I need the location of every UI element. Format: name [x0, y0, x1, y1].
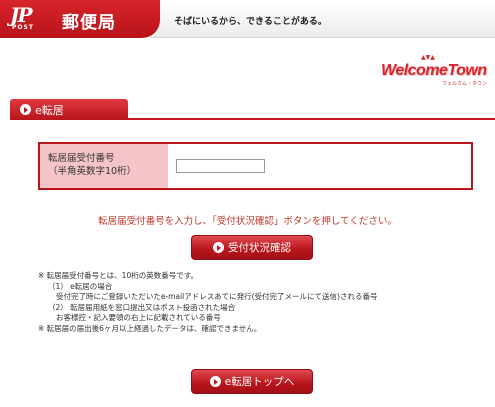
- welcome-town-deco-icon: ▲▼▲: [421, 54, 435, 61]
- welcome-town-logo[interactable]: ▲▼▲ WelcomeTown ウェルカム・タウン: [381, 54, 491, 88]
- header-slogan: そばにいるから、できることがある。: [174, 17, 327, 27]
- tracking-number-input[interactable]: [176, 159, 265, 173]
- note-line: お客様控・記入要領の右上に記載されている番号: [56, 313, 221, 323]
- note-line: ※ 転居届の届出後6ヶ月以上経過したデータは、確認できません。: [38, 323, 262, 333]
- notes-section: ※ 転居届受付番号とは、10桁の英数番号です。 （1） e転居の場合 受付完了時…: [38, 271, 377, 335]
- tracking-number-label-line1: 転居届受付番号: [48, 153, 115, 164]
- jp-logo-post-text: POST: [12, 24, 34, 31]
- play-circle-icon: [209, 376, 221, 387]
- e-tenkyo-top-button[interactable]: e転居トップへ: [191, 369, 313, 394]
- note-line: （1） e転居の場合: [48, 281, 113, 291]
- note-line: （2） 転居届用紙を窓口提出又はポスト投函された場合: [48, 302, 236, 312]
- check-status-button-label: 受付状況確認: [228, 242, 291, 254]
- section-tab-e-tenkyo: e転居: [10, 99, 128, 120]
- check-status-button[interactable]: 受付状況確認: [191, 235, 313, 260]
- play-circle-icon: [213, 242, 224, 253]
- jp-post-logo[interactable]: JP POST: [10, 5, 54, 33]
- note-line: 受付完了時にご登録いただいたe-mailアドレスあてに発行(受付完了メールにて送…: [56, 292, 378, 302]
- instruction-text: 転居届受付番号を入力し、「受付状況確認」ボタンを押してください。: [98, 216, 397, 227]
- tracking-number-label: 転居届受付番号 （半角英数字10桁）: [40, 144, 168, 188]
- tracking-number-label-line2: （半角英数字10桁）: [48, 166, 137, 177]
- e-tenkyo-top-button-label: e転居トップへ: [224, 376, 295, 388]
- welcome-town-subtext: ウェルカム・タウン: [442, 81, 487, 87]
- brand-name: 郵便局: [62, 13, 116, 33]
- section-tab-label: e転居: [35, 103, 64, 117]
- welcome-town-text: WelcomeTown: [381, 62, 487, 79]
- note-line: ※ 転居届受付番号とは、10桁の英数番号です。: [38, 271, 198, 280]
- tracking-number-form: 転居届受付番号 （半角英数字10桁）: [38, 142, 473, 190]
- site-header: JP POST 郵便局 そばにいるから、できることがある。: [0, 0, 495, 38]
- play-circle-icon: [20, 104, 31, 115]
- jp-logo-mark: JP: [10, 3, 32, 27]
- header-brand-area[interactable]: JP POST 郵便局: [0, 0, 160, 38]
